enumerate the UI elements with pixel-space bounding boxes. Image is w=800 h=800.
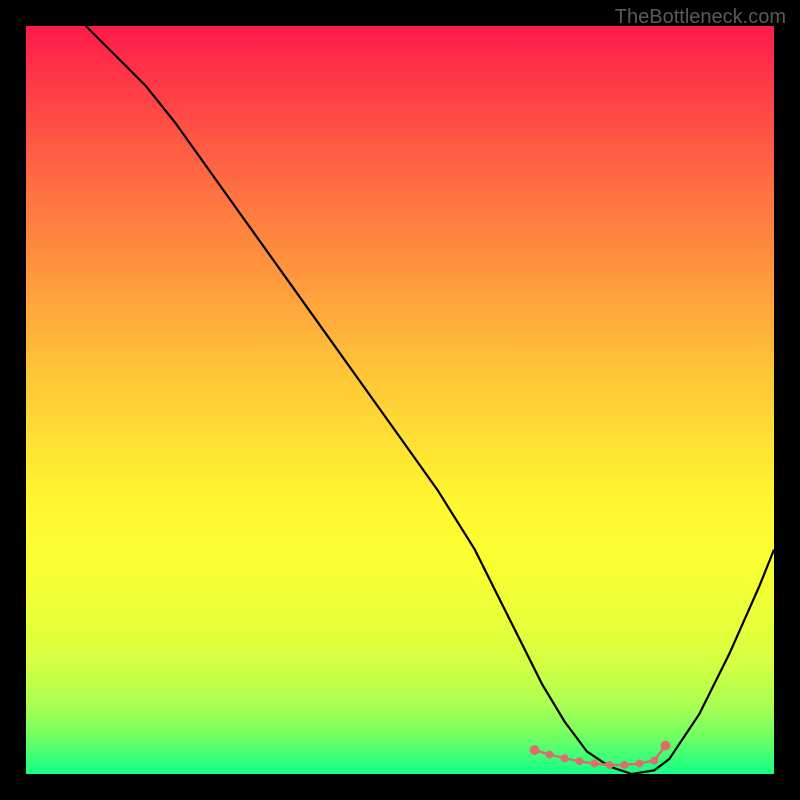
optimal-range-markers <box>530 741 671 769</box>
marker-dot <box>635 760 643 768</box>
marker-dot <box>576 757 584 765</box>
marker-dot <box>546 751 554 759</box>
marker-dot <box>650 757 658 765</box>
chart-svg <box>26 26 774 774</box>
marker-dot <box>620 761 628 769</box>
marker-dot <box>661 741 671 751</box>
watermark-text: TheBottleneck.com <box>615 6 786 29</box>
marker-dot <box>561 754 569 762</box>
marker-line <box>535 746 666 765</box>
bottleneck-curve <box>86 26 774 774</box>
marker-dot <box>605 761 613 769</box>
marker-dot <box>530 745 540 755</box>
plot-area <box>26 26 774 774</box>
marker-dot <box>591 760 599 768</box>
